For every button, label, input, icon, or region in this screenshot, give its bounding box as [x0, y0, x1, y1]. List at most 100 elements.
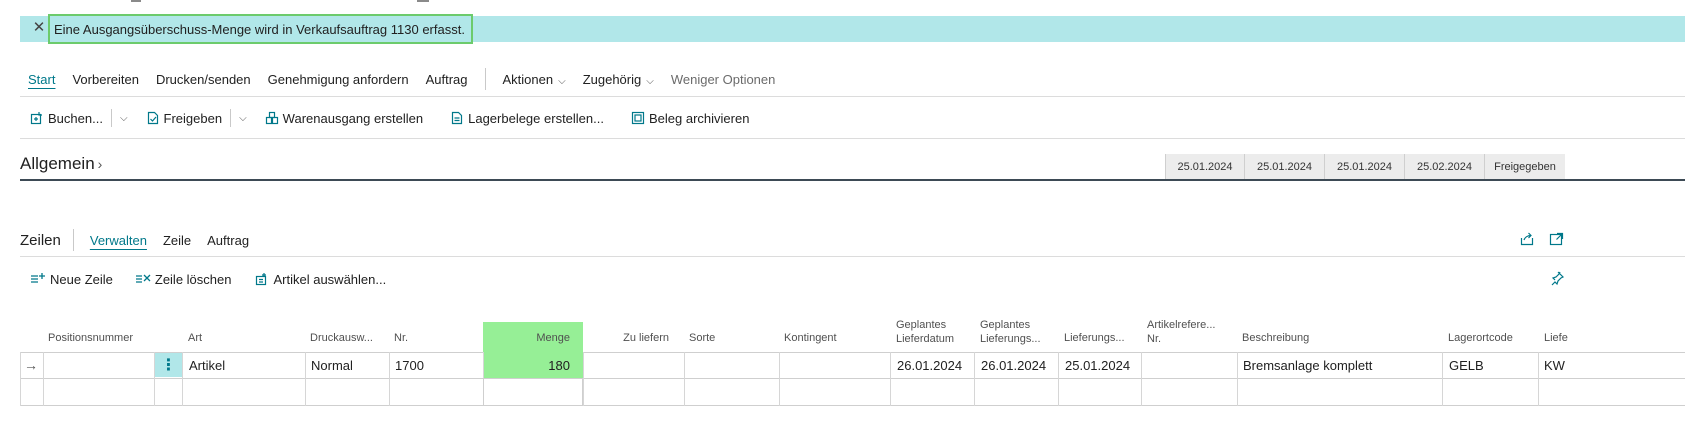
row-indicator-arrow-icon: →	[24, 357, 38, 373]
grid-col-divider	[974, 352, 975, 406]
grid-col-divider	[43, 352, 44, 406]
new-line-button[interactable]: Neue Zeile	[30, 272, 113, 287]
release-button-label: Freigeben	[163, 110, 223, 126]
release-button[interactable]: Freigeben	[146, 110, 223, 126]
lines-tab-order[interactable]: Auftrag	[207, 233, 249, 248]
action-tab-order[interactable]: Auftrag	[426, 72, 468, 87]
column-header-item-reference[interactable]: Artikelrefere... Nr.	[1147, 316, 1237, 346]
share-icon[interactable]	[1519, 231, 1535, 247]
grid-col-divider	[1141, 352, 1142, 406]
grid-col-divider	[1442, 352, 1443, 406]
column-header-type[interactable]: Art	[188, 322, 298, 352]
cell-planned-delivery[interactable]: 26.01.2024	[897, 352, 973, 378]
column-header-delivery[interactable]: Lieferungs...	[1064, 322, 1139, 352]
column-header-print-option[interactable]: Druckausw...	[310, 322, 385, 352]
grid-col-divider	[305, 352, 306, 406]
expand-icon[interactable]	[1549, 231, 1565, 247]
cell-shipment-extra[interactable]: KW	[1544, 352, 1585, 378]
document-create-icon	[452, 111, 463, 125]
general-fasttab-header[interactable]: Allgemein ›	[20, 154, 102, 174]
delete-line-button[interactable]: Zeile löschen	[135, 271, 232, 287]
summary-box: 25.01.2024	[1165, 154, 1244, 180]
chevron-down-icon: ⌵	[558, 75, 566, 87]
archive-document-button[interactable]: Beleg archivieren	[631, 111, 749, 126]
column-header-planned-delivery[interactable]: Geplantes Lieferdatum	[896, 316, 976, 346]
cell-location[interactable]: GELB	[1449, 352, 1534, 378]
action-menu-related-label: Zugehörig	[582, 71, 642, 87]
chevron-down-icon[interactable]: ⌵	[120, 113, 128, 124]
archive-document-label: Beleg archivieren	[648, 110, 750, 126]
lines-divider	[72, 229, 74, 251]
grid-col-divider	[389, 352, 390, 406]
grid-col-divider	[1538, 352, 1539, 406]
grid-col-divider	[1058, 352, 1059, 406]
grid-col-divider	[890, 352, 891, 406]
summary-box: 25.02.2024	[1404, 154, 1484, 180]
notification-text: Eine Ausgangsüberschuss-Menge wird in Ve…	[54, 21, 465, 37]
new-line-icon	[31, 273, 45, 283]
column-header-planned-shipment-line2: Lieferungs...	[980, 333, 1041, 345]
action-bar: Start Vorbereiten Drucken/senden Genehmi…	[20, 66, 792, 92]
column-header-variety[interactable]: Sorte	[689, 322, 774, 352]
column-header-quota[interactable]: Kontingent	[784, 322, 884, 352]
cell-print-option[interactable]: Normal	[311, 352, 385, 378]
grid-row-divider	[20, 405, 1685, 406]
promoted-actions-toolbar: Buchen... ⌵ Freigeben ⌵ Warenausgang ers…	[30, 104, 776, 132]
clipped-stroke	[131, 0, 141, 2]
column-header-quantity[interactable]: Menge	[483, 322, 583, 352]
column-header-planned-shipment[interactable]: Geplantes Lieferungs...	[980, 316, 1060, 346]
column-header-no[interactable]: Nr.	[394, 322, 474, 352]
chevron-down-icon[interactable]: ⌵	[239, 113, 247, 124]
action-tab-print-send[interactable]: Drucken/senden	[156, 72, 251, 87]
row-actions-menu-icon[interactable]: ⋮	[155, 353, 182, 377]
action-tab-prepare[interactable]: Vorbereiten	[72, 72, 139, 87]
clipped-header-remnant	[0, 0, 1685, 4]
fewer-options-link[interactable]: Weniger Optionen	[671, 72, 776, 87]
lines-tab-line[interactable]: Zeile	[163, 233, 191, 248]
divider	[20, 96, 1685, 97]
cell-delivery[interactable]: 25.01.2024	[1065, 352, 1139, 378]
grid-col-divider	[684, 352, 685, 406]
toolbar-divider	[230, 109, 232, 127]
column-header-to-deliver[interactable]: Zu liefern	[588, 322, 669, 352]
column-header-shipment-extra[interactable]: Liefe	[1544, 322, 1585, 352]
column-header-planned-shipment-line1: Geplantes	[980, 319, 1031, 331]
column-header-description[interactable]: Beschreibung	[1242, 322, 1442, 352]
grid-col-divider	[1237, 352, 1238, 406]
create-whse-docs-button[interactable]: Lagerbelege erstellen...	[450, 111, 604, 126]
select-items-icon	[256, 273, 267, 286]
cell-type[interactable]: Artikel	[189, 352, 301, 378]
cell-quantity[interactable]: 180	[484, 352, 583, 378]
create-shipment-label: Warenausgang erstellen	[282, 110, 424, 126]
cell-planned-shipment[interactable]: 26.01.2024	[981, 352, 1057, 378]
column-header-planned-delivery-line1: Geplantes	[896, 319, 947, 331]
create-shipment-button[interactable]: Warenausgang erstellen	[265, 111, 423, 126]
cell-description[interactable]: Bremsanlage komplett	[1243, 352, 1438, 378]
post-button[interactable]: Buchen...	[30, 111, 103, 126]
close-icon[interactable]: ✕	[32, 20, 46, 36]
action-menu-related[interactable]: Zugehörig ⌵	[583, 72, 654, 87]
general-title: Allgemein	[20, 154, 95, 173]
divider	[20, 256, 1685, 257]
grid-col-divider	[779, 352, 780, 406]
post-icon	[30, 112, 42, 125]
document-check-icon	[147, 111, 158, 125]
column-header-position[interactable]: Positionsnummer	[48, 322, 153, 352]
pin-icon[interactable]	[1549, 270, 1565, 286]
cell-no[interactable]: 1700	[395, 352, 480, 378]
quantity-column-empty-cell[interactable]	[483, 378, 583, 406]
action-tab-start[interactable]: Start	[28, 72, 55, 87]
delete-line-label: Zeile löschen	[154, 271, 232, 287]
summary-box: Freigegeben	[1484, 154, 1565, 180]
summary-box: 25.01.2024	[1244, 154, 1324, 180]
grid-col-divider	[182, 352, 183, 406]
lines-tab-manage[interactable]: Verwalten	[90, 233, 147, 248]
action-menu-actions[interactable]: Aktionen ⌵	[503, 72, 566, 87]
column-header-planned-delivery-line2: Lieferdatum	[896, 333, 955, 345]
lines-title: Zeilen	[20, 231, 61, 249]
column-header-location[interactable]: Lagerortcode	[1448, 322, 1538, 352]
column-header-quantity-label: Menge	[536, 332, 570, 344]
action-tab-request-approval[interactable]: Genehmigung anfordern	[268, 72, 409, 87]
action-menu-actions-label: Aktionen	[502, 71, 554, 87]
select-items-button[interactable]: Artikel auswählen...	[255, 272, 386, 287]
